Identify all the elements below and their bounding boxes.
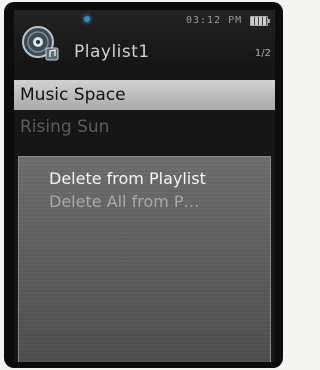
page-indicator: 1/2 xyxy=(254,48,271,59)
delete-all-from-playlist-option[interactable]: Delete All from P… xyxy=(49,192,200,211)
list-item-label: Music Space xyxy=(20,85,126,105)
context-menu: Delete from Playlist Delete All from P… xyxy=(18,156,271,362)
battery-icon xyxy=(250,16,270,26)
status-indicator-icon xyxy=(84,16,90,22)
player-screen: 03:12 PM Playlist1 1/2 Music Space Risin… xyxy=(14,10,275,362)
delete-from-playlist-option[interactable]: Delete from Playlist xyxy=(49,169,206,188)
media-player-device: 03:12 PM Playlist1 1/2 Music Space Risin… xyxy=(4,2,283,368)
list-item-music-space[interactable]: Music Space xyxy=(14,80,275,110)
header-bar: 03:12 PM Playlist1 1/2 xyxy=(14,10,275,72)
clock: 03:12 PM xyxy=(186,15,243,26)
music-disc-icon xyxy=(22,26,59,61)
list-item-rising-sun[interactable]: Rising Sun xyxy=(14,112,275,142)
list-item-label: Rising Sun xyxy=(20,117,110,137)
page-title: Playlist1 xyxy=(74,42,150,62)
